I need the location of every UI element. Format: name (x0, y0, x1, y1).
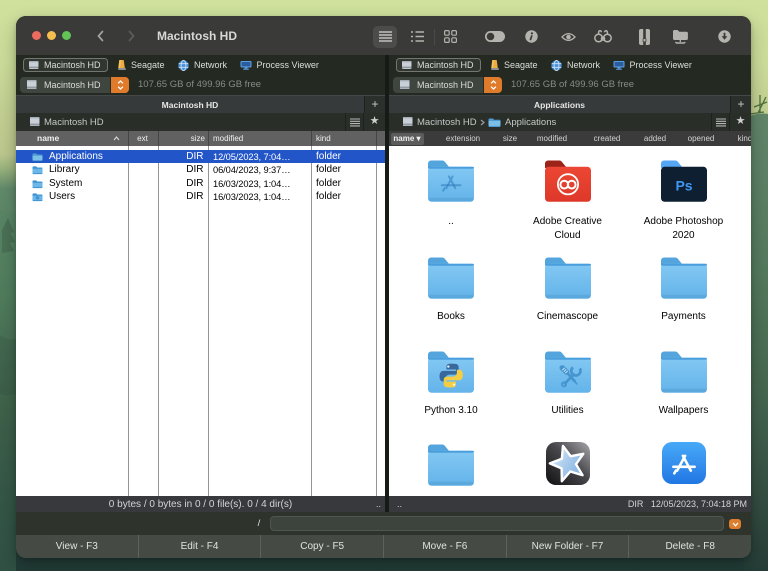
svg-text:Ps: Ps (675, 178, 692, 194)
